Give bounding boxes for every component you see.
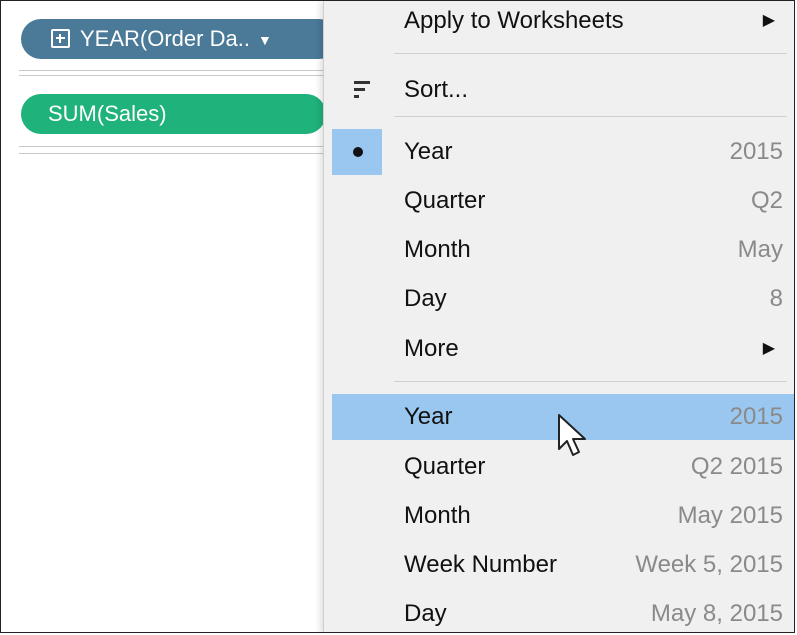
menu-item-example-value: May 2015 bbox=[677, 502, 783, 529]
chevron-right-icon: ▶ bbox=[762, 340, 775, 357]
menu-item-label: Year bbox=[404, 403, 453, 430]
menu-item-label: Month bbox=[404, 236, 471, 263]
menu-item-label: Apply to Worksheets bbox=[404, 7, 624, 34]
menu-item-example-value: 8 bbox=[769, 285, 783, 312]
mouse-pointer-icon bbox=[558, 414, 586, 456]
menu-item-label: Quarter bbox=[404, 453, 486, 480]
menu-item-example-value: 2015 bbox=[729, 138, 783, 165]
sum-sales-pill[interactable]: SUM(Sales) bbox=[21, 94, 326, 134]
chevron-down-icon[interactable]: ▼ bbox=[258, 20, 272, 60]
menu-item-label: Quarter bbox=[404, 187, 486, 214]
menu-item-label: Day bbox=[404, 600, 447, 627]
menu-item-year-discrete[interactable]: Year 2015 bbox=[332, 129, 794, 175]
shelf-divider bbox=[19, 75, 324, 76]
year-order-date-pill[interactable]: YEAR(Order Da.. ▼ bbox=[21, 19, 339, 59]
menu-item-week-number-continuous[interactable]: Week Number Week 5, 2015 bbox=[332, 542, 794, 588]
menu-item-label: Sort... bbox=[404, 76, 469, 103]
menu-item-label: More bbox=[404, 335, 459, 362]
menu-item-example-value: Week 5, 2015 bbox=[635, 551, 783, 578]
year-order-date-pill-label: YEAR(Order Da.. bbox=[80, 26, 250, 51]
chevron-right-icon: ▶ bbox=[762, 12, 775, 29]
menu-item-sort[interactable]: Sort... bbox=[332, 67, 794, 113]
menu-item-label: Day bbox=[404, 285, 447, 312]
date-context-menu: Apply to Worksheets ▶ Sort... Year 2015 … bbox=[323, 1, 794, 632]
menu-item-label: Month bbox=[404, 502, 471, 529]
menu-item-example-value: May 8, 2015 bbox=[650, 600, 783, 627]
menu-item-apply-to-worksheets[interactable]: Apply to Worksheets ▶ bbox=[332, 1, 794, 44]
menu-item-day-discrete[interactable]: Day 8 bbox=[332, 276, 794, 322]
menu-item-label: Year bbox=[404, 138, 453, 165]
shelf-divider bbox=[19, 70, 324, 71]
menu-item-month-continuous[interactable]: Month May 2015 bbox=[332, 493, 794, 539]
menu-item-more[interactable]: More ▶ bbox=[332, 326, 794, 372]
screenshot-frame: YEAR(Order Da.. ▼ SUM(Sales) Apply to Wor… bbox=[0, 0, 795, 633]
menu-separator bbox=[394, 116, 787, 117]
menu-item-example-value: May bbox=[737, 236, 783, 263]
menu-item-example-value: 2015 bbox=[729, 403, 783, 430]
sort-icon bbox=[354, 81, 370, 98]
menu-item-example-value: Q2 2015 bbox=[690, 453, 783, 480]
menu-item-month-discrete[interactable]: Month May bbox=[332, 227, 794, 273]
menu-separator bbox=[394, 53, 787, 54]
menu-item-day-continuous[interactable]: Day May 8, 2015 bbox=[332, 591, 794, 632]
menu-item-quarter-discrete[interactable]: Quarter Q2 bbox=[332, 178, 794, 224]
sum-sales-pill-label: SUM(Sales) bbox=[48, 101, 167, 126]
shelf-divider bbox=[19, 153, 324, 154]
plus-box-icon[interactable] bbox=[51, 28, 70, 48]
menu-separator bbox=[394, 381, 787, 382]
shelf-divider bbox=[19, 146, 324, 147]
menu-item-example-value: Q2 bbox=[750, 187, 783, 214]
menu-item-label: Week Number bbox=[404, 551, 557, 578]
